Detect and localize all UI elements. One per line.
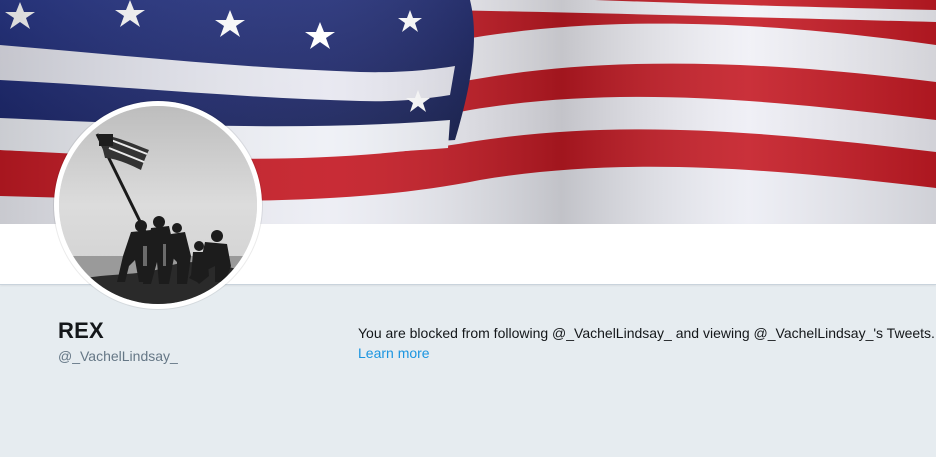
flag-raising-photo-avatar-icon bbox=[59, 106, 257, 304]
profile-display-name[interactable]: REX bbox=[58, 318, 104, 344]
learn-more-link[interactable]: Learn more bbox=[358, 343, 430, 363]
profile-handle[interactable]: @_VachelLindsay_ bbox=[58, 348, 178, 364]
profile-avatar[interactable] bbox=[54, 101, 262, 309]
blocked-message: You are blocked from following @_VachelL… bbox=[358, 325, 935, 341]
